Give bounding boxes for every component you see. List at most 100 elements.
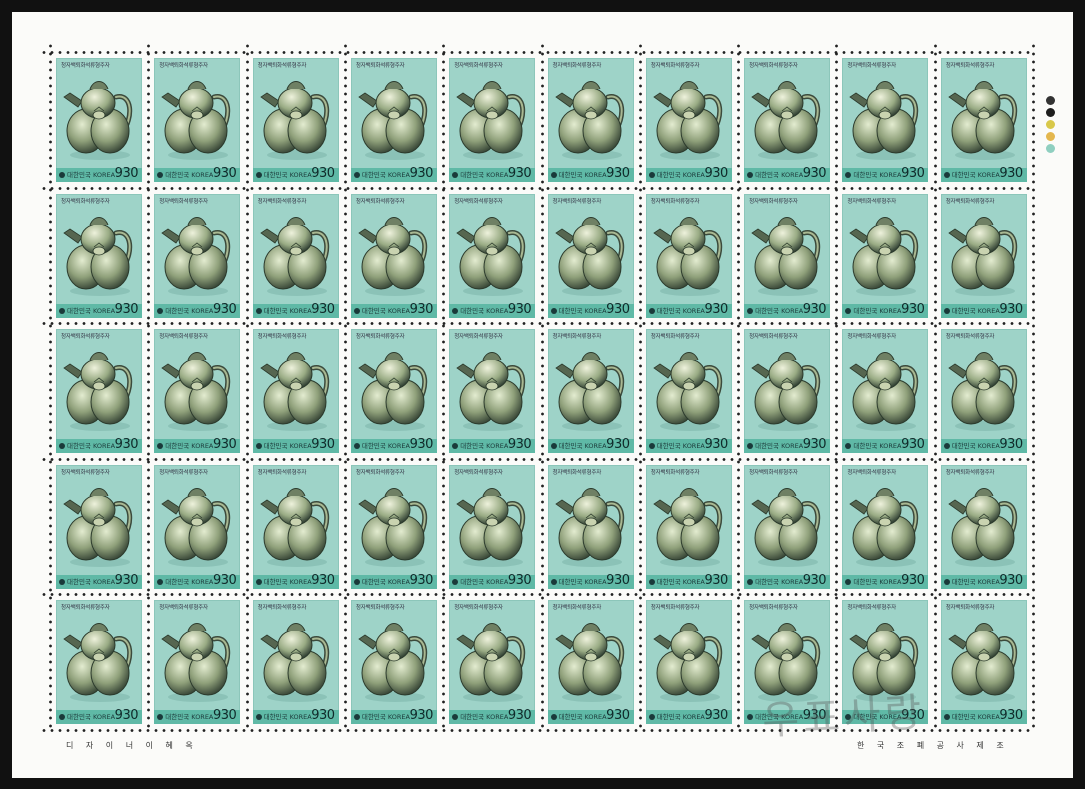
stamp-value: 930	[901, 437, 925, 452]
stamp-country: 대한민국 KOREA	[165, 306, 214, 315]
stamp-bottom-bar: 대한민국 KOREA 930	[252, 573, 339, 589]
stamp: 청자백퇴화석류형주자 대한민국 KOREA 930	[350, 464, 437, 589]
color-registration-dot	[1046, 120, 1055, 129]
taegeuk-emblem-icon	[550, 714, 557, 720]
stamp-country: 대한민국 KOREA	[165, 442, 214, 450]
stamp-bottom-bar: 대한민국 KOREA 930	[350, 302, 437, 318]
taegeuk-emblem-icon	[648, 578, 655, 585]
stamp: 청자백퇴화석류형주자 대한민국 KOREA 930	[449, 329, 536, 453]
celadon-ewer-illustration	[259, 81, 329, 160]
taegeuk-emblem-icon	[550, 307, 557, 314]
stamp-value: 930	[409, 708, 434, 723]
stamp-country: 대한민국 KOREA	[263, 171, 312, 179]
stamp: 청자백퇴화석류형주자 대한민국 KOREA 930	[547, 600, 634, 724]
taegeuk-emblem-icon	[255, 443, 262, 449]
taegeuk-emblem-icon	[747, 443, 754, 449]
taegeuk-emblem-icon	[845, 443, 852, 449]
stamp: 청자백퇴화석류형주자 대한민국 KOREA 930	[252, 329, 339, 453]
stamp-bottom-bar: 대한민국 KOREA 930	[940, 302, 1027, 318]
stamp-bottom-bar: 대한민국 KOREA 930	[252, 302, 339, 318]
celadon-ewer-illustration	[947, 81, 1017, 160]
perforation-column	[540, 42, 544, 730]
celadon-ewer-illustration	[751, 487, 821, 567]
stamp-bottom-bar: 대한민국 KOREA 930	[744, 573, 831, 589]
stamp-country: 대한민국 KOREA	[951, 171, 1000, 179]
taegeuk-emblem-icon	[59, 172, 65, 178]
celadon-ewer-illustration	[259, 623, 329, 702]
taegeuk-emblem-icon	[747, 578, 754, 585]
stamp-value: 930	[901, 572, 925, 588]
stamp-country: 대한민국 KOREA	[460, 577, 509, 586]
stamp-bottom-bar: 대한민국 KOREA 930	[744, 166, 831, 182]
stamp-country: 대한민국 KOREA	[755, 171, 804, 179]
stamp-country: 대한민국 KOREA	[656, 171, 705, 179]
perforation-column	[933, 42, 937, 730]
perforation-row	[40, 186, 1030, 190]
stamp-sheet: 청자백퇴화석류형주자 대한민국 KOREA 930 청자백퇴화석류형주자 대한민…	[12, 12, 1073, 778]
stamp-country: 대한민국 KOREA	[853, 442, 902, 450]
celadon-ewer-illustration	[259, 216, 329, 296]
perforation-column	[442, 42, 446, 730]
stamp-bottom-bar: 대한민국 KOREA 930	[645, 572, 732, 589]
stamp-bottom-bar: 대한민국 KOREA 930	[449, 437, 536, 453]
stamp-value: 930	[212, 301, 237, 317]
stamp-value: 930	[507, 301, 532, 317]
stamp-value: 930	[311, 437, 335, 452]
stamp-value: 930	[704, 166, 728, 181]
taegeuk-emblem-icon	[255, 172, 262, 178]
celadon-ewer-illustration	[653, 216, 722, 296]
stamp-value: 930	[114, 572, 139, 588]
stamp-country: 대한민국 KOREA	[460, 306, 509, 315]
stamp: 청자백퇴화석류형주자 대한민국 KOREA 930	[842, 329, 929, 453]
stamp-bottom-bar: 대한민국 KOREA 930	[547, 302, 634, 318]
stamp-value: 930	[114, 166, 139, 181]
stamp: 청자백퇴화석류형주자 대한민국 KOREA 930	[449, 58, 536, 182]
stamp-bottom-bar: 대한민국 KOREA 930	[350, 437, 437, 453]
perforation-column	[147, 42, 151, 730]
stamp-country: 대한민국 KOREA	[263, 713, 312, 721]
stamp-value: 930	[507, 708, 532, 723]
celadon-ewer-illustration	[161, 81, 231, 160]
celadon-ewer-illustration	[554, 216, 624, 296]
stamp-bottom-bar: 대한민국 KOREA 930	[842, 302, 929, 318]
taegeuk-emblem-icon	[550, 443, 557, 449]
stamp-bottom-bar: 대한민국 KOREA 930	[645, 166, 732, 182]
stamp: 청자백퇴화석류형주자 대한민국 KOREA 930	[449, 464, 536, 589]
taegeuk-emblem-icon	[845, 172, 852, 178]
stamp-country: 대한민국 KOREA	[558, 442, 607, 450]
celadon-ewer-illustration	[358, 352, 427, 431]
stamp-country: 대한민국 KOREA	[656, 713, 705, 721]
stamp-value: 930	[212, 437, 237, 452]
stamp-value: 930	[999, 708, 1023, 723]
stamp-value: 930	[704, 572, 728, 588]
color-registration-dot	[1046, 144, 1055, 153]
stamp-bottom-bar: 대한민국 KOREA 930	[645, 708, 732, 724]
stamp-bottom-bar: 대한민국 KOREA 930	[940, 437, 1027, 453]
stamp-value: 930	[114, 301, 139, 317]
stamp-country: 대한민국 KOREA	[361, 306, 410, 315]
perforation-row	[40, 322, 1030, 325]
perforation-row	[40, 51, 1030, 54]
celadon-ewer-illustration	[259, 487, 329, 567]
stamp-country: 대한민국 KOREA	[67, 577, 116, 586]
stamp: 청자백퇴화석류형주자 대한민국 KOREA 930	[56, 329, 142, 453]
celadon-ewer-illustration	[161, 487, 231, 567]
stamp-value: 930	[901, 166, 925, 181]
celadon-ewer-illustration	[849, 81, 919, 160]
stamp-bottom-bar: 대한민국 KOREA 930	[154, 166, 241, 182]
stamp: 청자백퇴화석류형주자 대한민국 KOREA 930	[547, 193, 634, 318]
stamp-country: 대한민국 KOREA	[67, 306, 116, 315]
taegeuk-emblem-icon	[943, 172, 950, 178]
stamp-value: 930	[311, 166, 335, 181]
taegeuk-emblem-icon	[550, 172, 557, 178]
taegeuk-emblem-icon	[648, 714, 655, 720]
taegeuk-emblem-icon	[59, 578, 65, 585]
perforation-column	[49, 42, 52, 730]
stamp-value: 930	[606, 166, 630, 181]
stamp-country: 대한민국 KOREA	[656, 442, 705, 450]
stamp: 청자백퇴화석류형주자 대한민국 KOREA 930	[350, 193, 437, 318]
celadon-ewer-illustration	[849, 216, 919, 296]
perforation-column	[835, 42, 839, 730]
celadon-ewer-illustration	[63, 216, 133, 296]
celadon-ewer-illustration	[751, 81, 821, 160]
